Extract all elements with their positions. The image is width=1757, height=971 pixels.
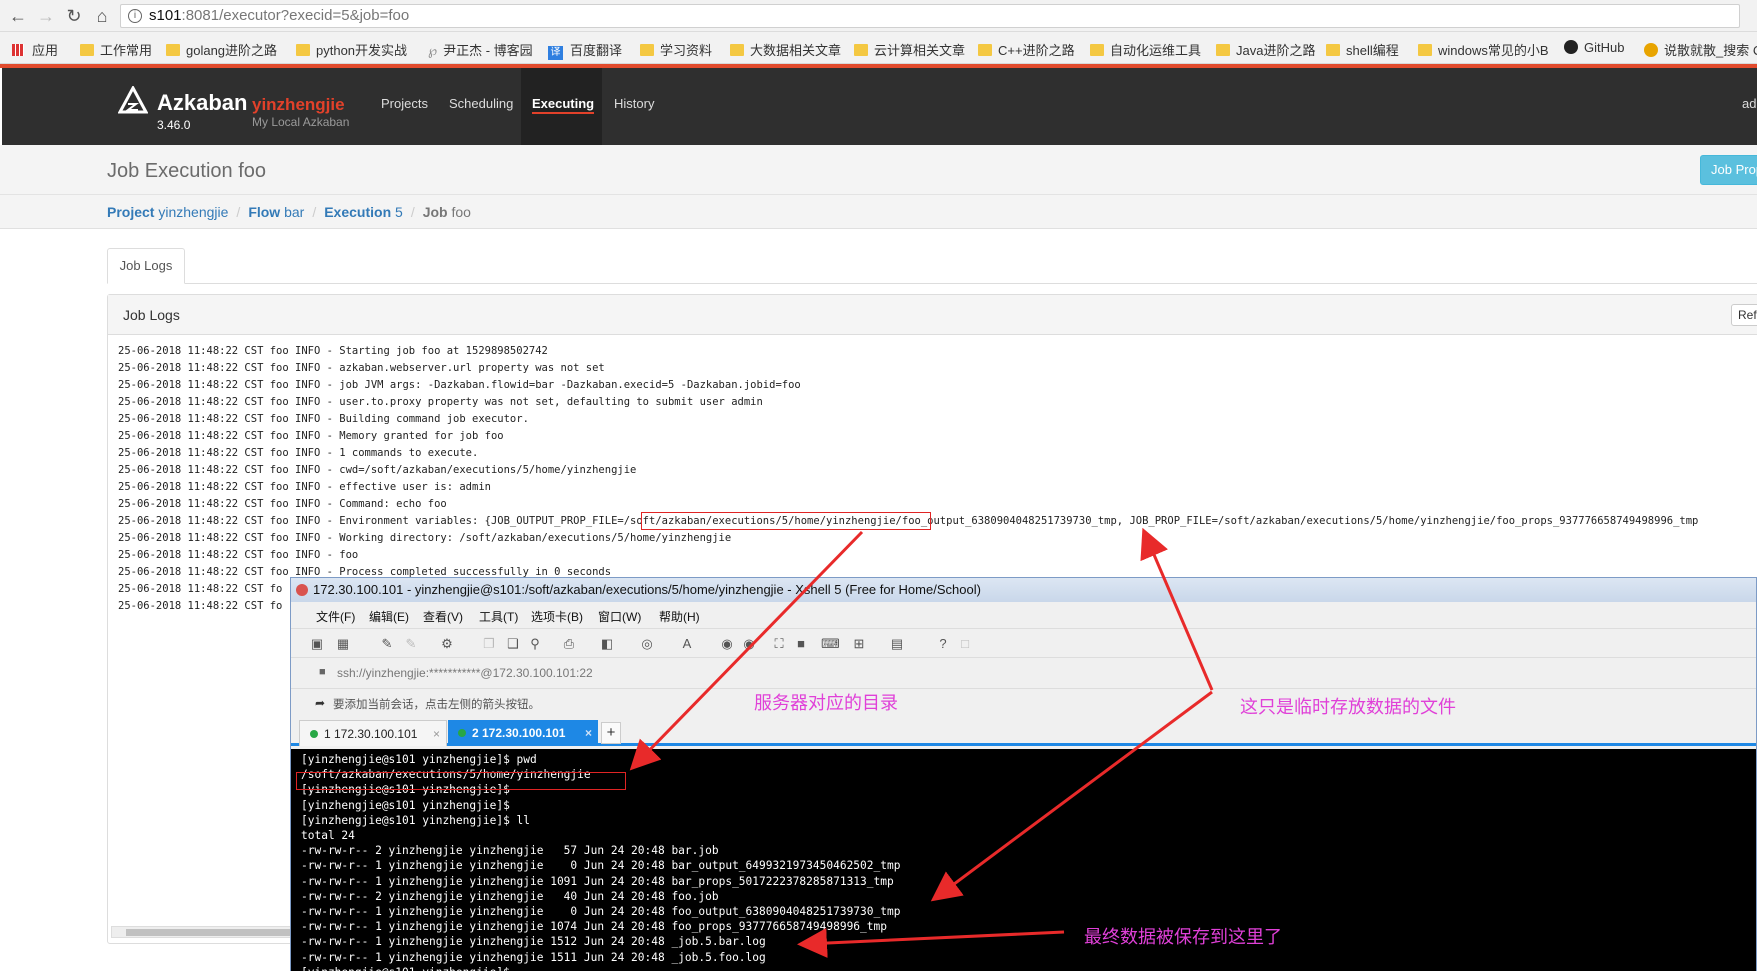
arrow-temp-log [1140,527,1214,691]
arrow-server-dir [629,530,864,771]
arrow-final-data [797,928,1065,959]
annotation-arrows [629,527,1214,959]
arrow-temp-terminal [930,690,1213,902]
